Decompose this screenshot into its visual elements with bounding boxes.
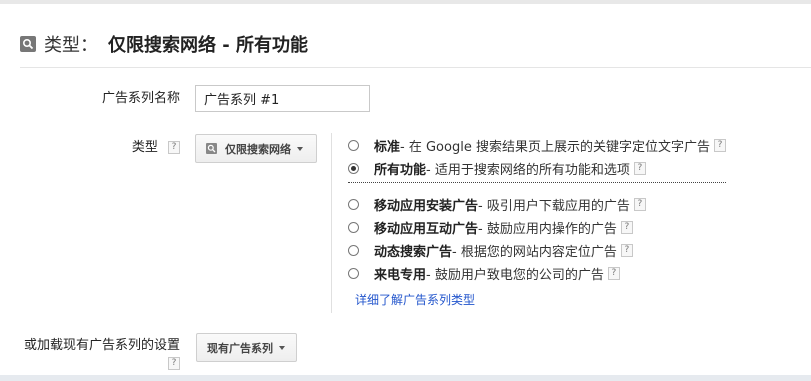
radio-button[interactable] (348, 163, 359, 174)
chevron-down-icon (297, 146, 303, 151)
page-title: 仅限搜索网络 - 所有功能 (108, 35, 309, 56)
load-existing-label-row: 或加载现有广告系列的设置 ? (10, 334, 180, 371)
option-description: - 根据您的网站内容定位广告 (452, 245, 617, 260)
network-dropdown[interactable]: 仅限搜索网络 (195, 134, 317, 163)
load-existing-label: 或加载现有广告系列的设置 (23, 338, 180, 353)
campaign-name-label: 广告系列名称 (101, 91, 180, 106)
top-frame-border (0, 0, 811, 4)
type-help-icon[interactable]: ? (168, 141, 180, 154)
existing-campaigns-dropdown[interactable]: 现有广告系列 (196, 333, 297, 362)
radio-button[interactable] (348, 140, 359, 151)
help-icon[interactable]: ? (713, 139, 726, 152)
option-description: - 吸引用户下载应用的广告 (478, 199, 630, 214)
help-icon[interactable]: ? (620, 221, 633, 234)
header-prefix: 类型： (44, 35, 98, 56)
type-label: 类型 (131, 140, 158, 155)
type-label-row: 类型 ? (100, 136, 180, 155)
options-dotted-divider (348, 182, 726, 183)
search-icon (206, 143, 217, 154)
network-dropdown-label: 仅限搜索网络 (225, 142, 291, 156)
help-icon[interactable]: ? (633, 198, 646, 211)
radio-button[interactable] (348, 199, 359, 210)
help-icon[interactable]: ? (607, 267, 620, 280)
option-title: 标准 (374, 140, 401, 155)
help-icon[interactable]: ? (633, 162, 646, 175)
type-option-app-engagement[interactable]: 移动应用互动广告 - 鼓励应用内操作的广告 ? (348, 218, 633, 237)
type-option-app-install[interactable]: 移动应用安装广告 - 吸引用户下载应用的广告 ? (348, 195, 646, 214)
option-title: 来电专用 (374, 268, 427, 283)
option-title: 所有功能 (374, 163, 427, 178)
search-icon (20, 36, 36, 52)
option-title: 移动应用安装广告 (374, 199, 479, 214)
campaign-name-input[interactable] (195, 85, 370, 112)
option-title: 动态搜索广告 (374, 245, 453, 260)
radio-button[interactable] (348, 268, 359, 279)
type-option-dynamic-search[interactable]: 动态搜索广告 - 根据您的网站内容定位广告 ? (348, 241, 633, 260)
help-icon[interactable]: ? (620, 244, 633, 257)
radio-button[interactable] (348, 245, 359, 256)
page-header: 类型： 仅限搜索网络 - 所有功能 (20, 31, 308, 57)
load-existing-help-icon[interactable]: ? (168, 357, 180, 370)
existing-campaigns-label: 现有广告系列 (207, 341, 273, 355)
chevron-down-icon (279, 345, 285, 350)
option-title: 移动应用互动广告 (374, 222, 479, 237)
learn-more-link[interactable]: 详细了解广告系列类型 (355, 291, 475, 308)
header-divider (20, 67, 811, 68)
option-description: - 鼓励应用内操作的广告 (478, 222, 617, 237)
bottom-frame-border (0, 375, 811, 381)
radio-button[interactable] (348, 222, 359, 233)
type-option-call-only[interactable]: 来电专用 - 鼓励用户致电您的公司的广告 ? (348, 264, 620, 283)
option-description: - 鼓励用户致电您的公司的广告 (426, 268, 604, 283)
type-option-all-features[interactable]: 所有功能 - 适用于搜索网络的所有功能和选项 ? (348, 159, 646, 178)
options-separator (331, 133, 332, 313)
type-option-standard[interactable]: 标准 - 在 Google 搜索结果页上展示的关键字定位文字广告 ? (348, 136, 726, 155)
option-description: - 在 Google 搜索结果页上展示的关键字定位文字广告 (400, 140, 710, 155)
option-description: - 适用于搜索网络的所有功能和选项 (426, 163, 630, 178)
